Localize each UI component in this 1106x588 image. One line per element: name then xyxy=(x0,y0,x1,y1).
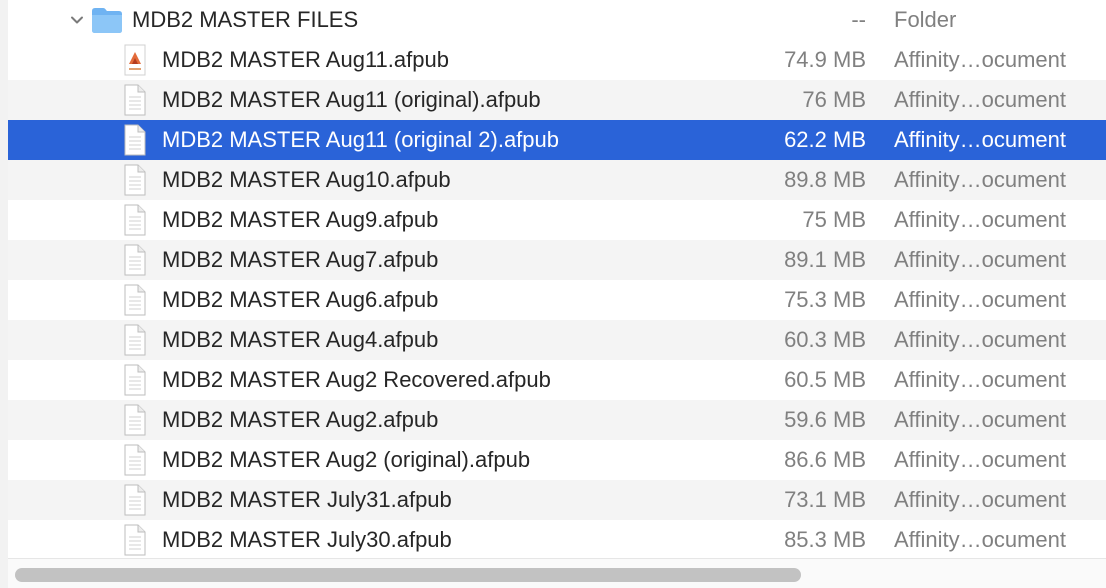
file-kind: Affinity…ocument xyxy=(894,47,1067,72)
file-row[interactable]: MDB2 MASTER July31.afpub 73.1 MB Affinity…… xyxy=(8,480,1106,520)
file-row[interactable]: MDB2 MASTER Aug7.afpub 89.1 MB Affinity…oc… xyxy=(8,240,1106,280)
file-row[interactable]: MDB2 MASTER Aug9.afpub 75 MB Affinity…ocum… xyxy=(8,200,1106,240)
folder-kind: Folder xyxy=(894,7,957,32)
file-size: 74.9 MB xyxy=(784,47,866,72)
file-row[interactable]: MDB2 MASTER Aug2.afpub 59.6 MB Affinity…oc… xyxy=(8,400,1106,440)
file-size: 62.2 MB xyxy=(784,127,866,152)
folder-row[interactable]: MDB2 MASTER FILES -- Folder xyxy=(8,0,1106,40)
finder-list-view: MDB2 MASTER FILES -- Folder MDB2 MASTER … xyxy=(0,0,1106,588)
file-kind: Affinity…ocument xyxy=(894,367,1067,392)
file-row[interactable]: MDB2 MASTER Aug10.afpub 89.8 MB Affinity…o… xyxy=(8,160,1106,200)
file-size: 89.1 MB xyxy=(784,247,866,272)
affinity-preview-icon xyxy=(123,44,147,76)
file-row[interactable]: MDB2 MASTER Aug11 (original 2).afpub 62.2… xyxy=(8,120,1106,160)
file-name[interactable]: MDB2 MASTER Aug6.afpub xyxy=(162,280,438,320)
file-row[interactable]: MDB2 MASTER July30.afpub 85.3 MB Affinity…… xyxy=(8,520,1106,560)
file-size: 76 MB xyxy=(802,87,866,112)
file-name[interactable]: MDB2 MASTER Aug11 (original).afpub xyxy=(162,80,541,120)
file-size: 75.3 MB xyxy=(784,287,866,312)
file-kind: Affinity…ocument xyxy=(894,407,1067,432)
document-icon xyxy=(123,484,147,516)
document-icon xyxy=(123,84,147,116)
file-name[interactable]: MDB2 MASTER Aug2 Recovered.afpub xyxy=(162,360,551,400)
file-name[interactable]: MDB2 MASTER July30.afpub xyxy=(162,520,452,560)
file-name[interactable]: MDB2 MASTER Aug7.afpub xyxy=(162,240,438,280)
file-kind: Affinity…ocument xyxy=(894,487,1067,512)
file-name[interactable]: MDB2 MASTER Aug11.afpub xyxy=(162,40,449,80)
file-kind: Affinity…ocument xyxy=(894,247,1067,272)
document-icon xyxy=(123,404,147,436)
file-row[interactable]: MDB2 MASTER Aug11 (original).afpub 76 MB A… xyxy=(8,80,1106,120)
file-list: MDB2 MASTER Aug11.afpub 74.9 MB Affinity…o… xyxy=(8,40,1106,560)
file-size: 73.1 MB xyxy=(784,487,866,512)
file-kind: Affinity…ocument xyxy=(894,327,1067,352)
horizontal-scrollbar[interactable] xyxy=(8,558,1106,588)
file-kind: Affinity…ocument xyxy=(894,287,1067,312)
file-size: 59.6 MB xyxy=(784,407,866,432)
file-name[interactable]: MDB2 MASTER Aug10.afpub xyxy=(162,160,451,200)
file-size: 85.3 MB xyxy=(784,527,866,552)
folder-name[interactable]: MDB2 MASTER FILES xyxy=(132,0,358,40)
file-name[interactable]: MDB2 MASTER Aug11 (original 2).afpub xyxy=(162,120,559,160)
file-kind: Affinity…ocument xyxy=(894,87,1067,112)
document-icon xyxy=(123,524,147,556)
file-kind: Affinity…ocument xyxy=(894,207,1067,232)
document-icon xyxy=(123,244,147,276)
document-icon xyxy=(123,324,147,356)
file-row[interactable]: MDB2 MASTER Aug2 Recovered.afpub 60.5 MB A… xyxy=(8,360,1106,400)
document-icon xyxy=(123,164,147,196)
chevron-down-icon[interactable] xyxy=(65,8,89,32)
document-icon xyxy=(123,284,147,316)
file-name[interactable]: MDB2 MASTER July31.afpub xyxy=(162,480,452,520)
file-kind: Affinity…ocument xyxy=(894,447,1067,472)
file-size: 75 MB xyxy=(802,207,866,232)
file-size: 60.3 MB xyxy=(784,327,866,352)
file-size: 86.6 MB xyxy=(784,447,866,472)
document-icon xyxy=(123,364,147,396)
file-size: 89.8 MB xyxy=(784,167,866,192)
file-kind: Affinity…ocument xyxy=(894,167,1067,192)
file-name[interactable]: MDB2 MASTER Aug2 (original).afpub xyxy=(162,440,530,480)
document-icon xyxy=(123,124,147,156)
file-kind: Affinity…ocument xyxy=(894,527,1067,552)
folder-icon xyxy=(90,6,124,34)
file-name[interactable]: MDB2 MASTER Aug9.afpub xyxy=(162,200,438,240)
file-name[interactable]: MDB2 MASTER Aug2.afpub xyxy=(162,400,438,440)
file-row[interactable]: MDB2 MASTER Aug11.afpub 74.9 MB Affinity…o… xyxy=(8,40,1106,80)
file-size: 60.5 MB xyxy=(784,367,866,392)
file-name[interactable]: MDB2 MASTER Aug4.afpub xyxy=(162,320,438,360)
file-row[interactable]: MDB2 MASTER Aug2 (original).afpub 86.6 MB… xyxy=(8,440,1106,480)
folder-size: -- xyxy=(851,7,866,32)
scrollbar-thumb[interactable] xyxy=(15,568,801,582)
document-icon xyxy=(123,444,147,476)
file-row[interactable]: MDB2 MASTER Aug4.afpub 60.3 MB Affinity…oc… xyxy=(8,320,1106,360)
document-icon xyxy=(123,204,147,236)
file-row[interactable]: MDB2 MASTER Aug6.afpub 75.3 MB Affinity…oc… xyxy=(8,280,1106,320)
file-kind: Affinity…ocument xyxy=(894,127,1067,152)
